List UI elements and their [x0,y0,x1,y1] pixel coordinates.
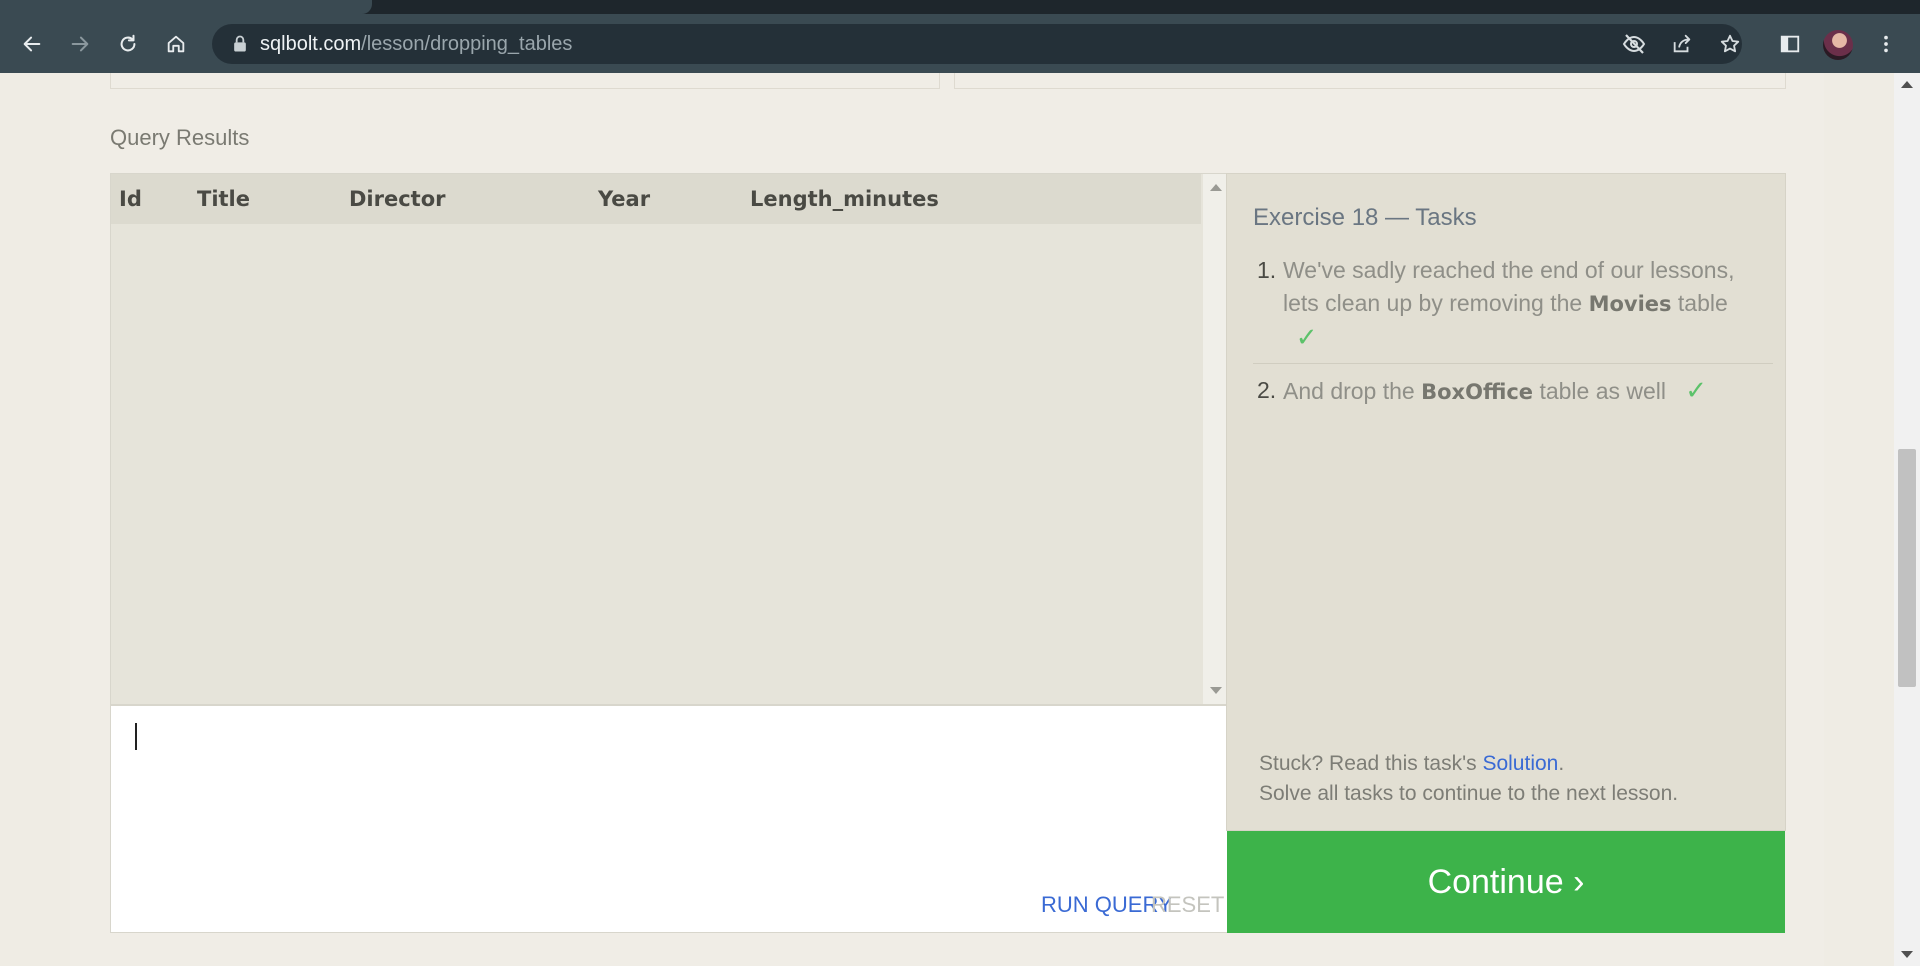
task-text-post: table as well [1533,378,1667,404]
tasks-panel: Exercise 18 — Tasks 1. We've sadly reach… [1226,173,1786,831]
previous-panel-left [110,73,940,89]
column-header-title: Title [189,174,341,224]
tasks-title: Exercise 18 — Tasks [1253,204,1477,231]
query-results-label: Query Results [110,125,250,150]
tab-strip [0,0,1920,14]
column-header-year: Year [590,174,742,224]
task-number: 2. [1257,377,1277,403]
solution-link[interactable]: Solution [1482,752,1558,775]
reset-button[interactable]: RESET [1151,892,1224,918]
column-header-length-minutes: Length_minutes [742,174,1201,224]
column-header-id: Id [111,174,189,224]
home-icon[interactable] [156,14,196,73]
share-icon[interactable] [1662,24,1702,64]
avatar[interactable] [1823,30,1853,60]
address-bar[interactable]: sqlbolt.com/lesson/dropping_tables [212,24,1742,64]
task-table-name: BoxOffice [1421,380,1534,404]
previous-panel-right [954,73,1786,89]
url-host: sqlbolt.com [260,33,362,55]
results-table: Id Title Director Year Length_minutes [111,174,1201,224]
lock-icon[interactable] [230,34,250,54]
check-icon: ✓ [1295,322,1318,352]
previous-panels [110,73,1786,89]
scroll-down-icon[interactable] [1210,687,1222,694]
back-icon[interactable] [12,14,52,73]
page-scroll-down-icon[interactable] [1901,951,1913,958]
url-text[interactable]: sqlbolt.com/lesson/dropping_tables [260,24,572,64]
column-header-director: Director [341,174,590,224]
forward-icon[interactable] [60,14,100,73]
task-text: We've sadly reached the end of our lesso… [1283,254,1773,355]
menu-icon[interactable] [1866,14,1906,73]
text-caret [135,723,137,750]
page-scroll-up-icon[interactable] [1901,81,1913,88]
reload-icon[interactable] [108,14,148,73]
task-text-pre: And drop the [1283,378,1422,404]
query-results-table-panel[interactable]: Id Title Director Year Length_minutes [110,173,1230,705]
continue-button[interactable]: Continue › [1227,831,1785,933]
stuck-text-end: . [1558,752,1565,775]
browser-toolbar: sqlbolt.com/lesson/dropping_tables [0,14,1920,73]
stuck-text: Stuck? Read this task's [1259,752,1483,775]
help-text: Stuck? Read this task's Solution. Solve … [1259,749,1678,809]
lesson-page: Query Results Id Title Director Year Len… [70,73,1824,966]
eye-off-icon[interactable] [1614,24,1654,64]
task-table-name: Movies [1588,292,1672,316]
solve-all-text: Solve all tasks to continue to the next … [1259,782,1679,805]
task-text-post: table [1671,290,1728,316]
check-icon: ✓ [1685,375,1707,405]
active-tab[interactable] [0,0,372,14]
task-divider [1253,363,1773,364]
task-text: And drop the BoxOffice table as well ✓ [1283,374,1773,409]
sidepanel-icon[interactable] [1770,14,1810,73]
sql-editor[interactable]: RUN QUERY RESET [110,705,1230,933]
page-scrollbar[interactable] [1894,73,1920,966]
scroll-up-icon[interactable] [1210,184,1222,191]
url-path: /lesson/dropping_tables [361,33,573,55]
task-number: 1. [1257,257,1277,283]
table-header-row: Id Title Director Year Length_minutes [111,174,1201,224]
star-icon[interactable] [1710,24,1750,64]
page-scroll-thumb[interactable] [1898,449,1916,687]
